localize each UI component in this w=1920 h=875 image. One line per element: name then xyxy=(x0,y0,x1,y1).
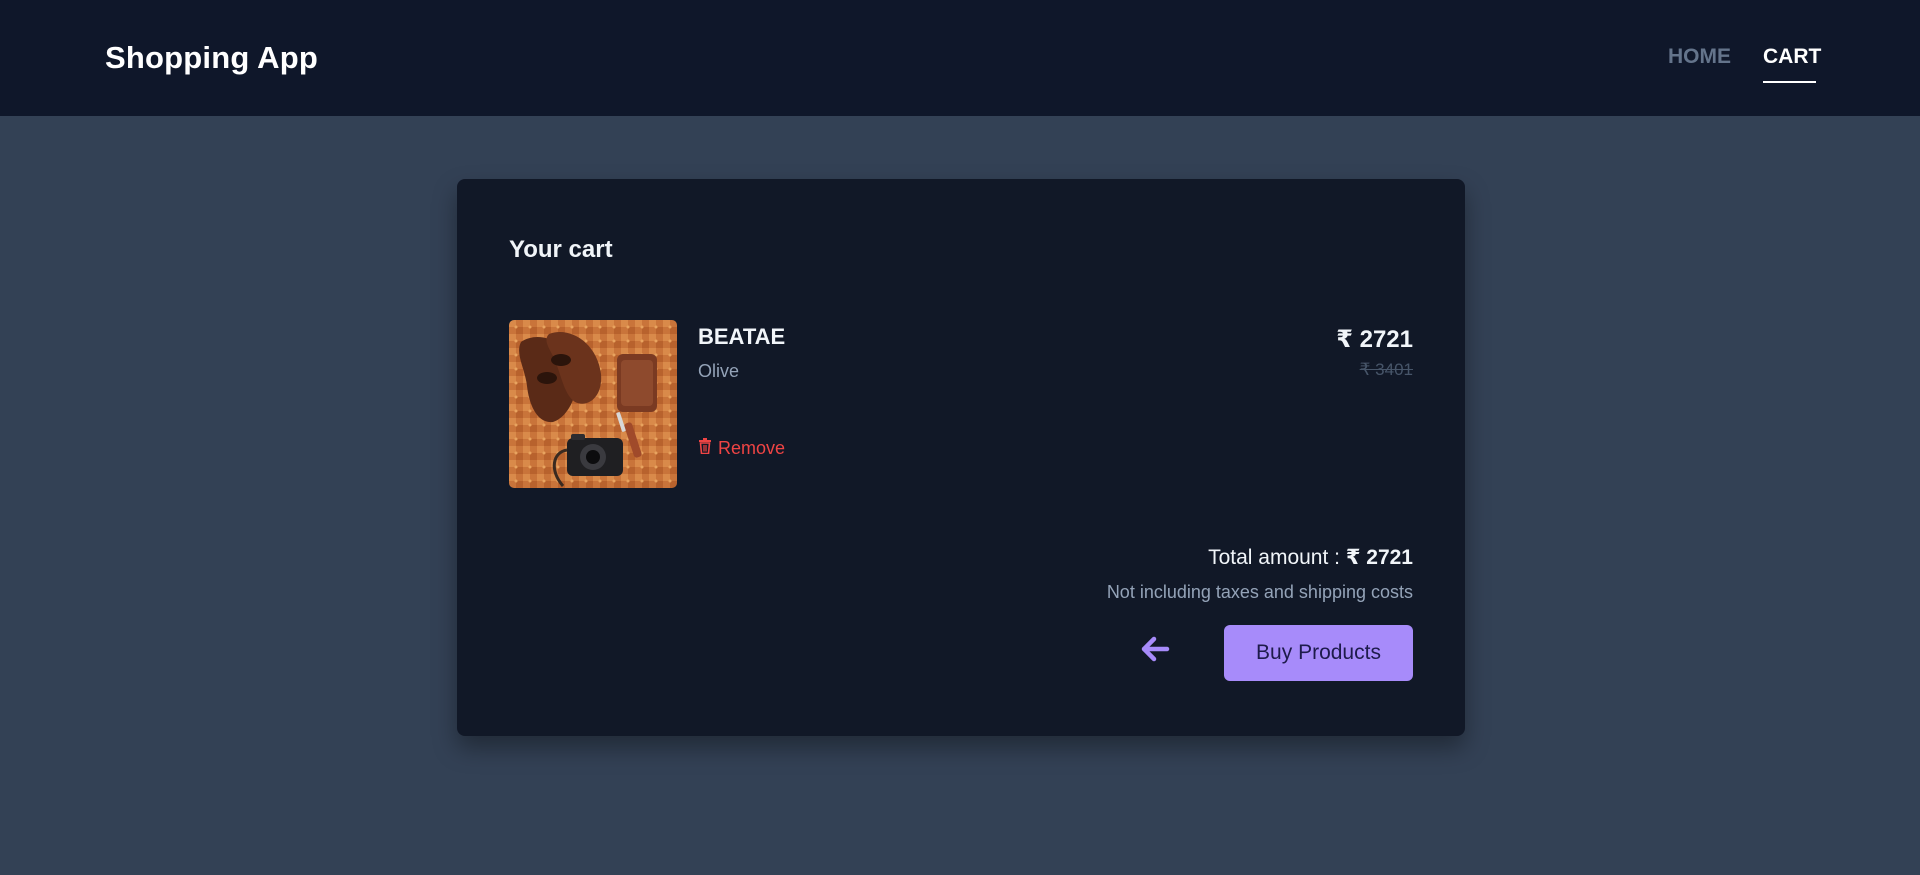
nav-home-link[interactable]: HOME xyxy=(1668,45,1731,69)
total-value: ₹ 2721 xyxy=(1345,546,1413,569)
back-button[interactable] xyxy=(1137,631,1173,667)
active-nav-indicator xyxy=(1763,81,1816,83)
item-name: BEATAE xyxy=(698,324,786,349)
remove-button[interactable]: Remove xyxy=(698,438,785,459)
total-amount: Total amount : ₹ 2721 xyxy=(1208,545,1413,570)
cart-title: Your cart xyxy=(509,236,613,263)
remove-label: Remove xyxy=(718,438,786,458)
tax-note: Not including taxes and shipping costs xyxy=(1106,582,1413,602)
arrow-left-icon xyxy=(1137,636,1173,671)
cart-card: Your cart BEATAE Olive Remove ₹ 2721 ₹ 3… xyxy=(457,179,1465,736)
trash-icon xyxy=(698,438,712,459)
brand-logo[interactable]: Shopping App xyxy=(105,40,318,76)
item-color: Olive xyxy=(698,361,740,381)
navbar: Shopping App HOME CART xyxy=(0,0,1920,116)
buy-products-button[interactable]: Buy Products xyxy=(1224,625,1413,681)
product-image xyxy=(509,320,677,488)
item-original-price: ₹ 3401 xyxy=(1359,360,1413,379)
item-price: ₹ 2721 xyxy=(1336,326,1413,353)
nav-cart-link[interactable]: CART xyxy=(1763,45,1821,69)
total-label: Total amount : xyxy=(1208,546,1346,569)
